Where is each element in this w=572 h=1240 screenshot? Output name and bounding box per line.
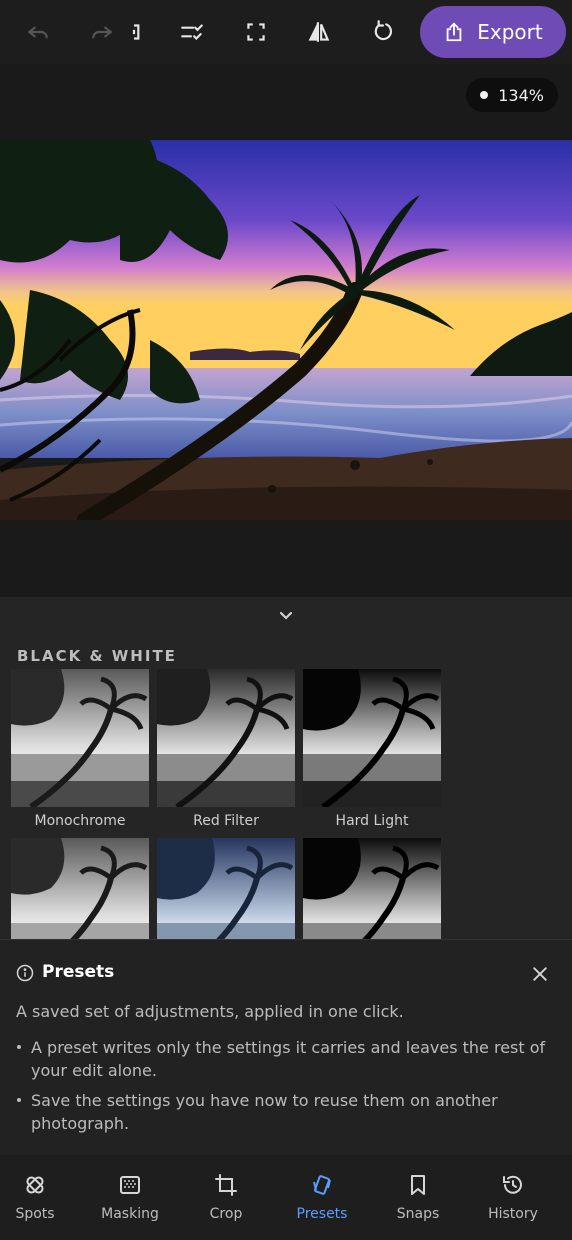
preset-thumbnail [11,838,149,940]
reset-icon[interactable] [367,16,399,48]
zoom-dot-icon [480,91,489,99]
nav-label: Spots [15,1206,55,1222]
share-icon [446,22,462,42]
before-after-icon[interactable] [303,16,335,48]
preset-thumbnail [303,669,441,807]
photo-preview[interactable] [0,140,572,520]
fullscreen-icon[interactable] [240,16,272,48]
bullet-item: A preset writes only the settings it car… [16,1036,556,1082]
undo-icon[interactable] [22,16,54,48]
preset-tile[interactable] [157,838,295,940]
bullet-item: Save the settings you have now to reuse … [16,1089,556,1135]
top-toolbar: Export [0,0,572,64]
preset-tile[interactable] [11,838,149,940]
zoom-level: 134% [498,85,544,105]
presets-panel: BLACK & WHITE Monochrome Red Filter Hard… [0,597,572,940]
info-icon [16,964,34,982]
preset-red-filter[interactable]: Red Filter [157,669,295,829]
close-icon[interactable] [530,964,550,984]
compare-split-icon[interactable] [118,16,150,48]
bandage-icon [26,1176,44,1194]
presets-icon [313,1175,331,1195]
checklist-icon[interactable] [176,16,208,48]
redo-icon[interactable] [86,16,118,48]
bottom-nav: Spots Masking Crop Presets Snaps History [0,1155,572,1240]
preset-thumbnail [303,838,441,940]
export-label: Export [477,20,543,44]
nav-presets[interactable]: Presets [274,1155,370,1240]
nav-history[interactable]: History [465,1155,561,1240]
preset-tile[interactable] [303,838,441,940]
preset-monochrome[interactable]: Monochrome [11,669,149,829]
preset-hard-light[interactable]: Hard Light [303,669,441,829]
nav-spots[interactable]: Spots [0,1155,83,1240]
sheet-description: A saved set of adjustments, applied in o… [16,1002,404,1021]
nav-label: Crop [209,1206,243,1222]
section-title-black-white: BLACK & WHITE [17,647,177,665]
history-icon [503,1175,522,1194]
image-canvas[interactable]: 134% [0,64,572,597]
nav-label: Masking [101,1206,159,1222]
preset-thumbnail [11,669,149,807]
sheet-bullets: A preset writes only the settings it car… [16,1036,556,1142]
preset-thumbnail [157,838,295,940]
preset-label: Hard Light [335,813,409,829]
preset-label: Red Filter [193,813,259,829]
zoom-badge[interactable]: 134% [466,78,558,112]
nav-label: Snaps [396,1206,440,1222]
sheet-title: Presets [42,962,115,982]
nav-masking[interactable]: Masking [82,1155,178,1240]
presets-info-sheet: Presets A saved set of adjustments, appl… [0,939,572,1156]
nav-label: History [488,1206,538,1222]
mask-icon [120,1176,140,1194]
chevron-down-icon[interactable] [274,603,298,627]
preset-label: Monochrome [34,813,126,829]
crop-icon [215,1174,237,1196]
export-button[interactable]: Export [420,6,566,58]
nav-crop[interactable]: Crop [178,1155,274,1240]
nav-snaps[interactable]: Snaps [370,1155,466,1240]
nav-label: Presets [296,1206,348,1222]
bookmark-icon [411,1175,425,1195]
preset-thumbnail [157,669,295,807]
